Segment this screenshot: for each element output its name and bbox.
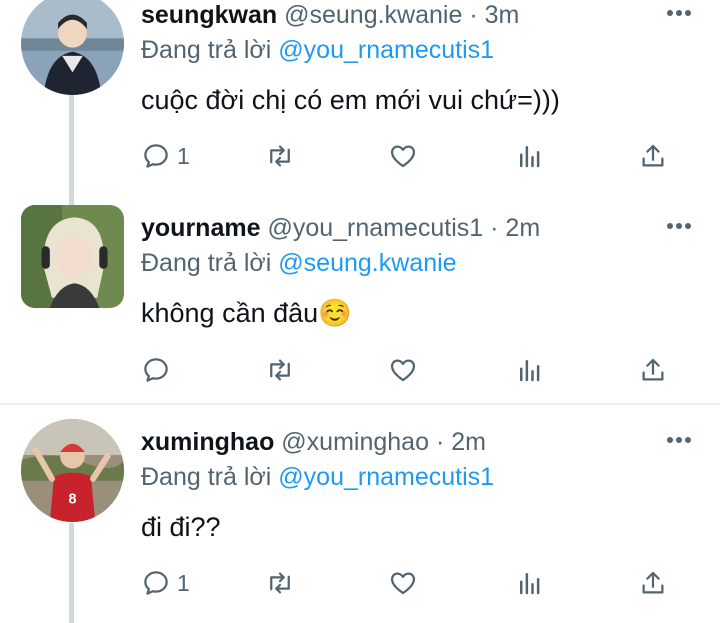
views-icon xyxy=(520,146,540,168)
replying-to-label: Đang trả lời xyxy=(141,36,272,64)
reply-button[interactable] xyxy=(141,353,177,387)
like-icon xyxy=(390,572,416,595)
more-icon[interactable] xyxy=(666,222,692,230)
more-icon[interactable] xyxy=(666,436,692,444)
share-icon xyxy=(642,144,664,167)
mention-link[interactable]: @you_rnamecutis1 xyxy=(278,463,494,491)
more-icon[interactable] xyxy=(666,9,692,17)
timestamp[interactable]: · 2m xyxy=(436,428,486,456)
share-button[interactable] xyxy=(638,566,668,600)
retweet-icon xyxy=(270,145,290,167)
tweet-text: đi đi?? xyxy=(141,511,221,543)
svg-text:8: 8 xyxy=(68,491,76,507)
retweet-button[interactable] xyxy=(265,139,295,173)
tweet-header: yourname @you_rnamecutis1 · 2m xyxy=(141,213,540,243)
replying-to: Đang trả lời @you_rnamecutis1 xyxy=(141,35,494,65)
views-button[interactable] xyxy=(515,566,545,600)
share-icon xyxy=(642,571,664,594)
tweet-xuminghao[interactable]: 8 xuminghao @xuminghao · 2m Đang trả lời… xyxy=(0,405,720,623)
tweet-header: seungkwan @seung.kwanie · 3m xyxy=(141,0,519,30)
tweet-text-content: không cần đâu xyxy=(141,298,319,328)
thread-line xyxy=(69,95,74,205)
replying-to-label: Đang trả lời xyxy=(141,249,272,277)
replying-to: Đang trả lời @seung.kwanie xyxy=(141,248,457,278)
tweet-text: cuộc đời chị có em mới vui chứ=))) xyxy=(141,84,560,116)
action-bar xyxy=(141,353,681,387)
share-button[interactable] xyxy=(638,353,668,387)
mention-link[interactable]: @you_rnamecutis1 xyxy=(278,36,494,64)
retweet-icon xyxy=(270,572,290,594)
reply-icon xyxy=(144,144,168,168)
like-icon xyxy=(390,359,416,382)
like-button[interactable] xyxy=(388,139,418,173)
display-name[interactable]: yourname xyxy=(141,214,260,242)
like-button[interactable] xyxy=(388,566,418,600)
action-bar: 1 xyxy=(141,139,681,173)
like-button[interactable] xyxy=(388,353,418,387)
reply-icon xyxy=(144,571,168,595)
display-name[interactable]: xuminghao xyxy=(141,428,274,456)
reply-count: 1 xyxy=(177,142,190,169)
like-icon xyxy=(390,145,416,168)
reply-button[interactable]: 1 xyxy=(141,566,190,600)
reply-icon xyxy=(144,358,168,382)
user-handle[interactable]: @you_rnamecutis1 xyxy=(267,214,483,242)
avatar[interactable]: 8 xyxy=(21,419,124,522)
replying-to-label: Đang trả lời xyxy=(141,463,272,491)
views-icon xyxy=(520,360,540,382)
mention-link[interactable]: @seung.kwanie xyxy=(278,249,456,277)
avatar[interactable] xyxy=(21,205,124,308)
user-handle[interactable]: @seung.kwanie xyxy=(284,1,462,29)
user-handle[interactable]: @xuminghao xyxy=(281,428,429,456)
retweet-button[interactable] xyxy=(265,353,295,387)
tweet-text: không cần đâu☺️ xyxy=(141,297,352,329)
tweet-yourname[interactable]: yourname @you_rnamecutis1 · 2m Đang trả … xyxy=(0,200,720,400)
reply-count: 1 xyxy=(177,569,190,596)
tweet-text-content: cuộc đời chị có em mới vui chứ=))) xyxy=(141,85,560,115)
views-button[interactable] xyxy=(515,139,545,173)
tweet-text-content: đi đi?? xyxy=(141,512,221,542)
relieved-face-emoji: ☺️ xyxy=(318,298,352,328)
timestamp[interactable]: · 2m xyxy=(490,214,540,242)
tweet-seungkwan[interactable]: seungkwan @seung.kwanie · 3m Đang trả lờ… xyxy=(0,0,720,205)
avatar[interactable] xyxy=(21,0,124,95)
reply-button[interactable]: 1 xyxy=(141,139,190,173)
views-icon xyxy=(520,573,540,595)
share-icon xyxy=(642,358,664,381)
thread-line xyxy=(69,523,74,623)
retweet-icon xyxy=(270,359,290,381)
replying-to: Đang trả lời @you_rnamecutis1 xyxy=(141,462,494,492)
tweet-header: xuminghao @xuminghao · 2m xyxy=(141,427,486,457)
retweet-button[interactable] xyxy=(265,566,295,600)
views-button[interactable] xyxy=(515,353,545,387)
timestamp[interactable]: · 3m xyxy=(469,1,519,29)
share-button[interactable] xyxy=(638,139,668,173)
display-name[interactable]: seungkwan xyxy=(141,1,277,29)
action-bar: 1 xyxy=(141,566,681,600)
